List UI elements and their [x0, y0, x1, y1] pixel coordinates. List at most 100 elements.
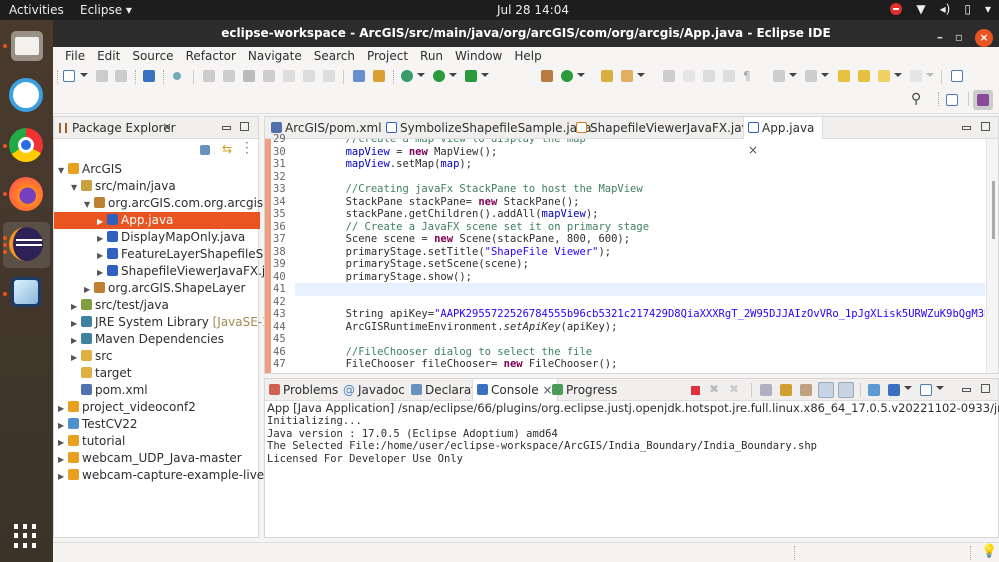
- tab-app-java[interactable]: App.java ×: [743, 117, 823, 157]
- menu-file[interactable]: File: [59, 47, 91, 66]
- tree-item[interactable]: ▼ org.arcGIS.com.org.arcgis: [54, 195, 263, 212]
- do-not-disturb-icon[interactable]: [890, 3, 903, 15]
- code-line[interactable]: [295, 296, 985, 309]
- code-line[interactable]: [295, 283, 985, 296]
- scrollbar-thumb[interactable]: [992, 181, 995, 239]
- minimize-view-button[interactable]: [222, 126, 231, 130]
- open-perspective-icon[interactable]: [946, 94, 958, 106]
- close-view-icon[interactable]: ×: [162, 120, 172, 134]
- tree-item[interactable]: ▶ App.java: [54, 212, 260, 229]
- remote-desktop-icon[interactable]: [9, 78, 43, 112]
- scroll-lock-icon[interactable]: [780, 384, 792, 396]
- run-external-icon[interactable]: [465, 70, 477, 82]
- code-line[interactable]: //Creating javaFx StackPane to host the …: [295, 183, 985, 196]
- window-titlebar[interactable]: eclipse-workspace - ArcGIS/src/main/java…: [53, 20, 999, 47]
- toggle-mark-icon[interactable]: [683, 70, 695, 82]
- display-console-dropdown[interactable]: [904, 386, 912, 390]
- menu-window[interactable]: Window: [449, 47, 508, 66]
- minimize-editor-button[interactable]: [962, 126, 971, 130]
- menu-edit[interactable]: Edit: [91, 47, 126, 66]
- new-icon[interactable]: [63, 70, 75, 82]
- java-perspective-button[interactable]: [973, 90, 993, 110]
- collapse-all-icon[interactable]: [200, 145, 210, 155]
- code-line[interactable]: mapView.setMap(map);: [295, 158, 985, 171]
- next-annotation-icon[interactable]: [773, 70, 785, 82]
- tree-item[interactable]: ▶ DisplayMapOnly.java: [54, 229, 260, 246]
- tree-item[interactable]: ▶ project_videoconf2: [54, 399, 260, 416]
- pin-console-icon[interactable]: [868, 384, 880, 396]
- skip-breakpoints-icon[interactable]: [173, 72, 181, 80]
- code-line[interactable]: Scene scene = new Scene(stackPane, 800, …: [295, 233, 985, 246]
- word-wrap-icon[interactable]: [800, 384, 812, 396]
- show-whitespace-icon[interactable]: ¶: [743, 69, 751, 83]
- step-return-icon[interactable]: [323, 70, 335, 82]
- open-console-icon[interactable]: [920, 384, 932, 396]
- code-line[interactable]: stackPane.getChildren().addAll(mapView);: [295, 208, 985, 221]
- close-window-button[interactable]: ×: [975, 28, 993, 47]
- display-console-icon[interactable]: [888, 384, 900, 396]
- terminal-icon[interactable]: [143, 70, 155, 82]
- suspend-icon[interactable]: [223, 70, 235, 82]
- tree-item[interactable]: ▶ JRE System Library [JavaSE-1.8]: [54, 314, 286, 331]
- code-line[interactable]: [295, 171, 985, 184]
- tree-item[interactable]: ▶ tutorial: [54, 433, 260, 450]
- virtualbox-icon[interactable]: [11, 277, 41, 307]
- run-icon[interactable]: [433, 70, 445, 82]
- search-dropdown[interactable]: [637, 73, 645, 77]
- tree-item[interactable]: pom.xml: [54, 382, 260, 399]
- run-dropdown[interactable]: [449, 73, 457, 77]
- forward-dropdown[interactable]: [926, 73, 934, 77]
- menu-refactor[interactable]: Refactor: [180, 47, 242, 66]
- remove-all-terminated-icon[interactable]: ✖: [729, 382, 739, 396]
- new-class-icon[interactable]: [561, 70, 573, 82]
- menu-navigate[interactable]: Navigate: [242, 47, 308, 66]
- last-edit-icon[interactable]: [838, 70, 850, 82]
- code-line[interactable]: primaryStage.setTitle("ShapeFile Viewer"…: [295, 246, 985, 259]
- view-menu-icon[interactable]: · · ·: [245, 137, 249, 159]
- search-tool-icon[interactable]: [621, 70, 633, 82]
- tab-console[interactable]: Console ×: [472, 379, 558, 401]
- back-dropdown[interactable]: [894, 73, 902, 77]
- code-line[interactable]: // Create a JavaFX scene set it on prima…: [295, 221, 985, 234]
- tree-item[interactable]: ▶ webcam_UDP_Java-master: [54, 450, 260, 467]
- tip-lightbulb-icon[interactable]: 💡: [981, 544, 997, 559]
- tree-item[interactable]: target: [54, 365, 260, 382]
- code-line[interactable]: FileChooser fileChooser= new FileChooser…: [295, 358, 985, 371]
- code-line[interactable]: mapView = new MapView();: [295, 146, 985, 159]
- show-apps-icon[interactable]: [14, 524, 38, 548]
- terminate-icon[interactable]: [243, 70, 255, 82]
- collapsed-arrow-icon[interactable]: ▶: [58, 417, 68, 434]
- menu-run[interactable]: Run: [414, 47, 449, 66]
- forward-edit-icon[interactable]: [858, 70, 870, 82]
- coverage-icon[interactable]: [353, 70, 365, 82]
- minimize-console-button[interactable]: [962, 388, 971, 392]
- tree-item[interactable]: ▼ src/main/java: [54, 178, 260, 195]
- open-type-icon[interactable]: [601, 70, 613, 82]
- disconnect-icon[interactable]: [263, 70, 275, 82]
- code-line[interactable]: primaryStage.show();: [295, 271, 985, 284]
- remove-launch-icon[interactable]: ✖: [709, 382, 719, 396]
- back-icon[interactable]: [878, 70, 890, 82]
- system-tray[interactable]: ▼ ◂) ▯ ▾: [890, 2, 991, 16]
- resume-icon[interactable]: [203, 70, 215, 82]
- show-on-stderr-icon[interactable]: [838, 382, 854, 398]
- tree-item[interactable]: ▶ Maven Dependencies: [54, 331, 260, 348]
- collapsed-arrow-icon[interactable]: ▶: [97, 230, 107, 247]
- collapsed-arrow-icon[interactable]: ▶: [97, 213, 107, 230]
- maximize-view-button[interactable]: [240, 122, 249, 131]
- step-into-icon[interactable]: [283, 70, 295, 82]
- app-menu[interactable]: Eclipse ▾: [80, 3, 132, 17]
- files-icon[interactable]: [11, 31, 43, 61]
- tree-item[interactable]: ▶ ShapefileViewerJavaFX.java: [54, 263, 287, 280]
- debug-icon[interactable]: [401, 70, 413, 82]
- package-explorer-tab[interactable]: Package Explorer: [72, 121, 176, 135]
- code-line[interactable]: [295, 333, 985, 346]
- menu-search[interactable]: Search: [308, 47, 361, 66]
- debug-dropdown[interactable]: [417, 73, 425, 77]
- run-external-dropdown[interactable]: [481, 73, 489, 77]
- next-annotation-dropdown[interactable]: [789, 73, 797, 77]
- tree-item[interactable]: ▶ src/test/java: [54, 297, 260, 314]
- collapsed-arrow-icon[interactable]: ▶: [58, 468, 68, 485]
- tab-symbolize-shapefile-sample[interactable]: SymbolizeShapefileSample.java: [382, 117, 592, 139]
- chrome-icon[interactable]: [9, 128, 43, 162]
